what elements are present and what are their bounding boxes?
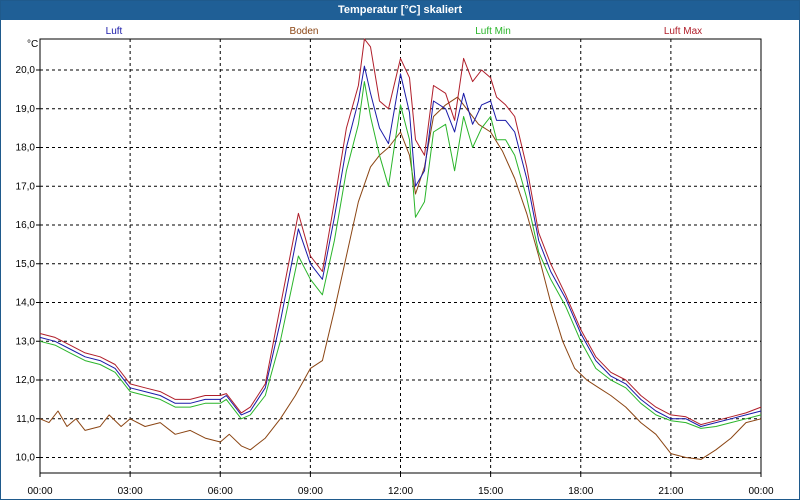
x-tick-time: 12:00 bbox=[388, 486, 413, 497]
y-tick-label: 17,0 bbox=[16, 181, 36, 192]
y-tick-label: 18,0 bbox=[16, 143, 36, 154]
y-tick-label: 13,0 bbox=[16, 336, 36, 347]
y-tick-label: 15,0 bbox=[16, 259, 36, 270]
legend-item-luft-min: Luft Min bbox=[475, 26, 511, 37]
x-tick-time: 18:00 bbox=[568, 486, 593, 497]
y-tick-label: 10,0 bbox=[16, 453, 36, 464]
x-tick-time: 06:00 bbox=[208, 486, 233, 497]
chart-window: Temperatur [°C] skaliert 10,0 11,0 12,0 13,… bbox=[0, 0, 800, 500]
grid bbox=[40, 39, 761, 473]
y-axis-unit-label: °C bbox=[27, 39, 38, 50]
x-tick-time: 00:00 bbox=[27, 486, 52, 497]
y-tick-label: 11,0 bbox=[16, 414, 35, 425]
x-axis: 00:0026.10.2403:0026.10.2406:0026.10.240… bbox=[27, 473, 774, 497]
x-tick-time: 21:00 bbox=[658, 486, 683, 497]
y-tick-label: 12,0 bbox=[16, 375, 36, 386]
y-tick-label: 16,0 bbox=[16, 220, 36, 231]
x-tick-time: 09:00 bbox=[298, 486, 323, 497]
x-tick-time: 15:00 bbox=[478, 486, 503, 497]
legend-item-boden: Boden bbox=[290, 26, 319, 37]
chart-title: Temperatur [°C] skaliert bbox=[1, 1, 799, 20]
legend: Luft Boden Luft Min Luft Max bbox=[106, 26, 703, 37]
y-tick-label: 19,0 bbox=[16, 104, 36, 115]
series-line-luft bbox=[39, 65, 762, 427]
legend-item-luft-max: Luft Max bbox=[664, 26, 702, 37]
x-tick-time: 03:00 bbox=[118, 486, 143, 497]
y-tick-label: 14,0 bbox=[16, 298, 36, 309]
legend-item-luft: Luft bbox=[106, 26, 123, 37]
temperature-chart: 10,0 11,0 12,0 13,0 14,0 15,0 16,0 17,0 18,0 19,0… bbox=[16, 26, 774, 497]
y-axis: 10,0 11,0 12,0 13,0 14,0 15,0 16,0 17,0 18,0 19,0… bbox=[16, 65, 40, 464]
y-tick-label: 20,0 bbox=[16, 65, 36, 76]
x-tick-time: 00:00 bbox=[748, 486, 773, 497]
